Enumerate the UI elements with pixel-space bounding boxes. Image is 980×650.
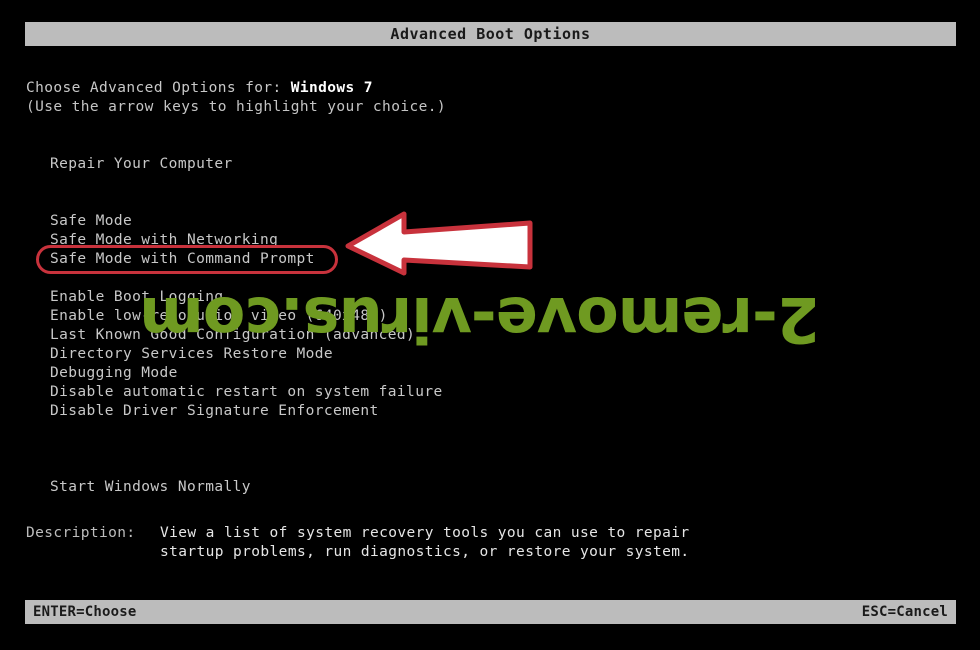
- window-title-bar: Advanced Boot Options: [25, 22, 956, 46]
- menu-item-start-windows-normally[interactable]: Start Windows Normally: [50, 478, 443, 497]
- advanced-boot-options-screen: Advanced Boot Options Choose Advanced Op…: [0, 0, 980, 650]
- choose-options-prefix: Choose Advanced Options for:: [26, 80, 291, 96]
- left-arrow-icon: [345, 211, 533, 276]
- menu-item-enable-boot-logging[interactable]: Enable Boot Logging: [50, 288, 443, 307]
- menu-item-directory-services-restore-mode[interactable]: Directory Services Restore Mode: [50, 345, 443, 364]
- menu-item-repair-your-computer[interactable]: Repair Your Computer: [50, 155, 443, 174]
- enter-key-hint[interactable]: ENTER=Choose: [33, 604, 137, 620]
- page-title: Advanced Boot Options: [390, 25, 591, 43]
- menu-item-disable-automatic-restart[interactable]: Disable automatic restart on system fail…: [50, 383, 443, 402]
- menu-spacer: [50, 459, 443, 478]
- header-block: Choose Advanced Options for: Windows 7 (…: [26, 79, 446, 117]
- description-line-1: View a list of system recovery tools you…: [160, 525, 690, 541]
- esc-key-hint[interactable]: ESC=Cancel: [862, 604, 948, 620]
- footer-status-bar: ENTER=Choose ESC=Cancel: [25, 600, 956, 624]
- description-text: View a list of system recovery tools you…: [160, 524, 690, 562]
- os-name: Windows 7: [290, 80, 373, 96]
- menu-item-last-known-good-configuration[interactable]: Last Known Good Configuration (advanced): [50, 326, 443, 345]
- menu-spacer: [50, 174, 443, 193]
- menu-item-disable-driver-signature-enforcement[interactable]: Disable Driver Signature Enforcement: [50, 402, 443, 421]
- arrow-keys-hint: (Use the arrow keys to highlight your ch…: [26, 99, 446, 115]
- menu-item-debugging-mode[interactable]: Debugging Mode: [50, 364, 443, 383]
- choose-options-line: Choose Advanced Options for: Windows 7: [26, 79, 446, 98]
- description-label: Description:: [26, 525, 136, 541]
- boot-options-menu: Repair Your Computer Safe Mode Safe Mode…: [50, 155, 443, 497]
- description-line-2: startup problems, run diagnostics, or re…: [160, 544, 690, 560]
- menu-item-enable-low-resolution-video[interactable]: Enable low-resolution video (640x480): [50, 307, 443, 326]
- menu-spacer: [50, 440, 443, 459]
- description-block: Description: View a list of system recov…: [26, 524, 690, 562]
- menu-spacer: [50, 421, 443, 440]
